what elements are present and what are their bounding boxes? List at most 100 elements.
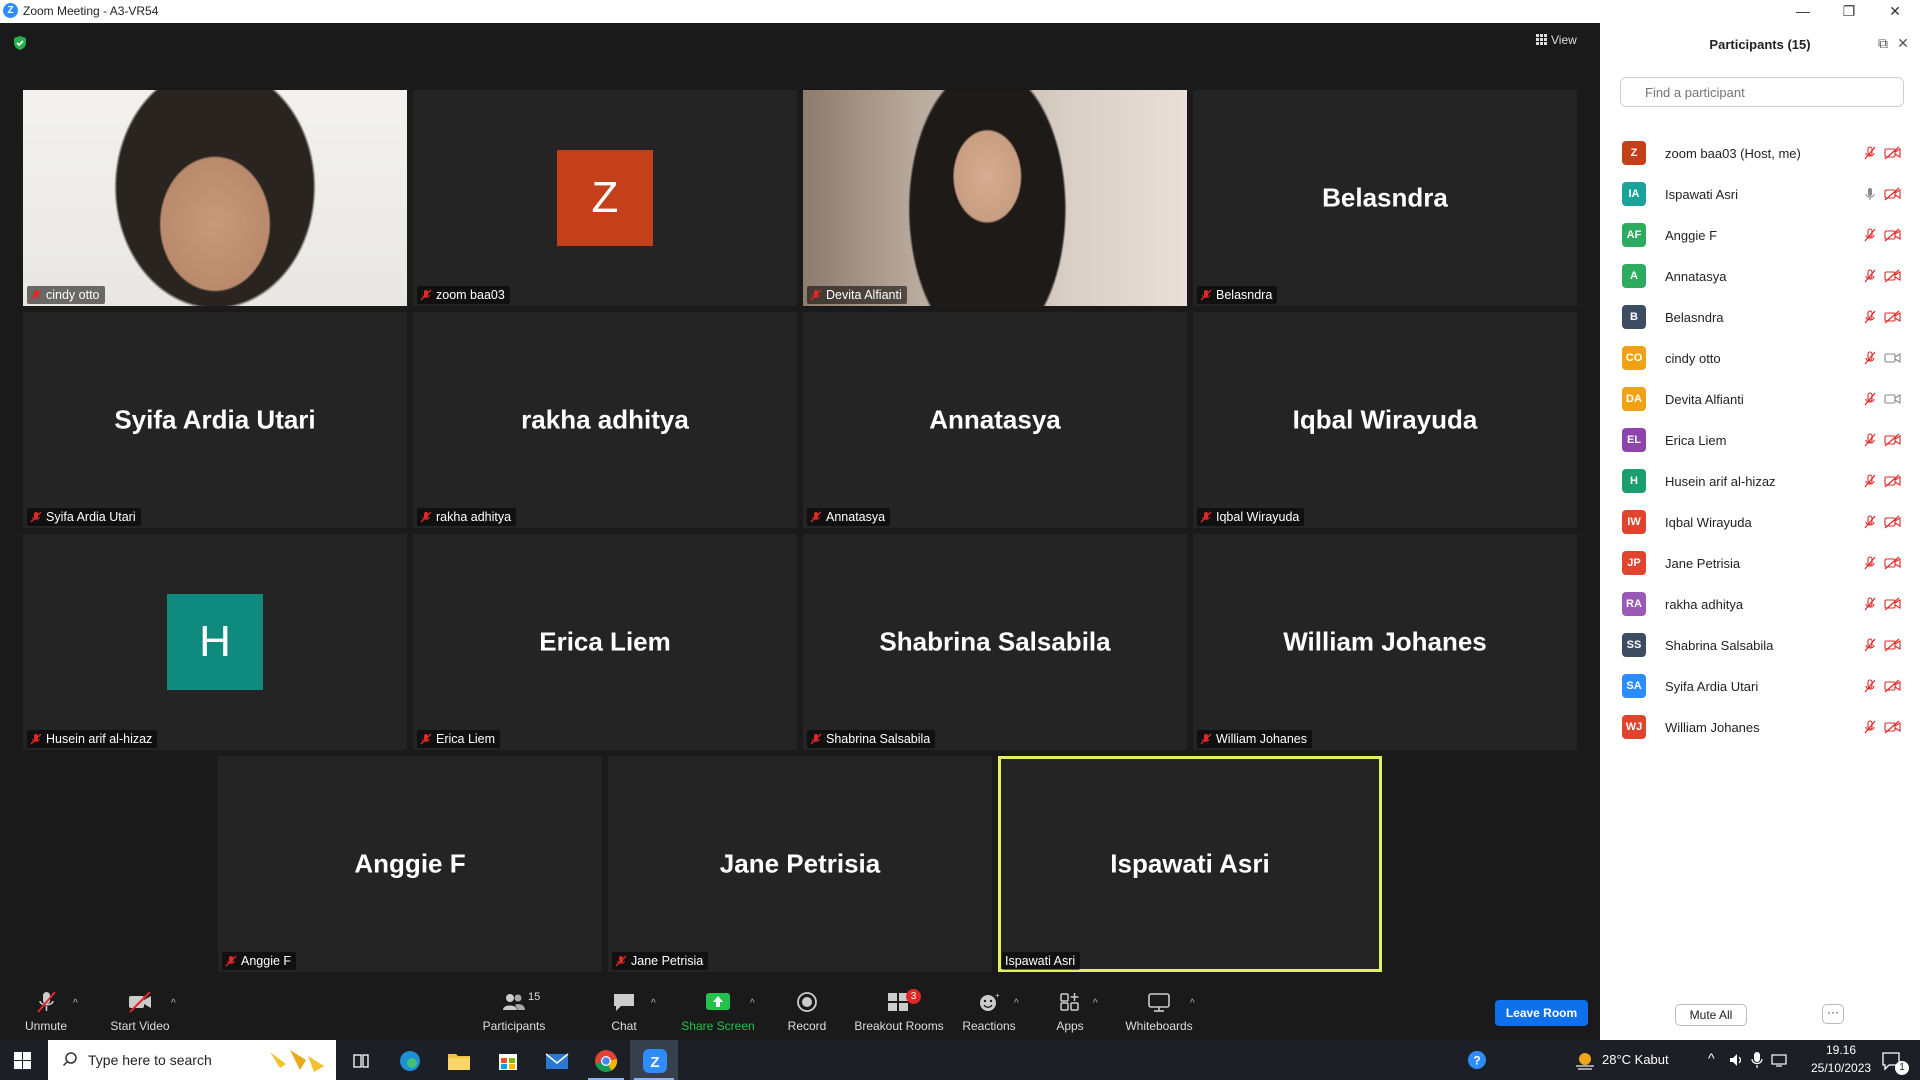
- video-off-icon[interactable]: [1884, 720, 1901, 734]
- participant-row[interactable]: IA Ispawati Asri: [1620, 174, 1910, 215]
- share-screen-button[interactable]: Share Screen: [678, 991, 758, 1033]
- mute-all-button[interactable]: Mute All: [1675, 1004, 1747, 1026]
- video-tile[interactable]: rakha adhitya rakha adhitya: [413, 312, 797, 528]
- participant-row[interactable]: EL Erica Liem: [1620, 420, 1910, 461]
- mic-muted-icon[interactable]: [1863, 638, 1877, 652]
- video-tile[interactable]: cindy otto: [23, 90, 407, 306]
- mic-muted-icon[interactable]: [1863, 146, 1877, 160]
- restore-icon[interactable]: ❐: [1826, 0, 1872, 22]
- share-options-caret[interactable]: ^: [750, 995, 755, 1009]
- view-button[interactable]: View: [1536, 33, 1577, 47]
- file-explorer-icon[interactable]: [442, 1046, 476, 1076]
- video-tile[interactable]: Devita Alfianti: [803, 90, 1187, 306]
- video-tile[interactable]: Iqbal Wirayuda Iqbal Wirayuda: [1193, 312, 1577, 528]
- windows-start-icon[interactable]: [14, 1052, 31, 1069]
- participant-row[interactable]: WJ William Johanes: [1620, 707, 1910, 748]
- video-tile[interactable]: Anggie F Anggie F: [218, 756, 602, 972]
- breakout-rooms-button[interactable]: Breakout Rooms 3: [852, 989, 946, 1033]
- chat-options-caret[interactable]: ^: [651, 995, 656, 1009]
- video-on-icon[interactable]: [1884, 392, 1901, 406]
- zoom-taskbar-icon[interactable]: Z: [638, 1046, 672, 1076]
- video-off-icon[interactable]: [1884, 228, 1901, 242]
- task-view-icon[interactable]: [344, 1046, 378, 1076]
- video-tile[interactable]: Syifa Ardia Utari Syifa Ardia Utari: [23, 312, 407, 528]
- close-window-icon[interactable]: ✕: [1872, 0, 1918, 22]
- whiteboards-button[interactable]: Whiteboards: [1124, 991, 1194, 1033]
- mic-muted-icon[interactable]: [1863, 515, 1877, 529]
- participant-row[interactable]: SA Syifa Ardia Utari: [1620, 666, 1910, 707]
- video-tile[interactable]: Belasndra Belasndra: [1193, 90, 1577, 306]
- unmute-button[interactable]: Unmute: [18, 991, 74, 1033]
- video-off-icon[interactable]: [1884, 310, 1901, 324]
- participant-row[interactable]: JP Jane Petrisia: [1620, 543, 1910, 584]
- video-off-icon[interactable]: [1884, 515, 1901, 529]
- video-tile[interactable]: Shabrina Salsabila Shabrina Salsabila: [803, 534, 1187, 750]
- reactions-options-caret[interactable]: ^: [1014, 995, 1019, 1009]
- video-off-icon[interactable]: [1884, 474, 1901, 488]
- find-participant-input[interactable]: [1620, 77, 1904, 107]
- mic-muted-icon[interactable]: [1863, 474, 1877, 488]
- video-tile[interactable]: Ispawati Asri Ispawati Asri: [998, 756, 1382, 972]
- video-tile[interactable]: Annatasya Annatasya: [803, 312, 1187, 528]
- minimize-icon[interactable]: —: [1780, 0, 1826, 22]
- mail-icon[interactable]: [540, 1046, 574, 1076]
- video-off-icon[interactable]: [1884, 556, 1901, 570]
- video-off-icon[interactable]: [1884, 269, 1901, 283]
- video-off-icon[interactable]: [1884, 679, 1901, 693]
- audio-options-caret[interactable]: ^: [73, 995, 78, 1009]
- apps-options-caret[interactable]: ^: [1093, 995, 1098, 1009]
- video-tile[interactable]: Zzoom baa03: [413, 90, 797, 306]
- encryption-shield-icon[interactable]: [12, 35, 28, 51]
- show-hidden-icons-icon[interactable]: ^: [1708, 1050, 1715, 1066]
- popout-icon[interactable]: ⧉: [1875, 35, 1891, 51]
- participant-row[interactable]: IW Iqbal Wirayuda: [1620, 502, 1910, 543]
- video-tile[interactable]: H Husein arif al-hizaz: [23, 534, 407, 750]
- video-off-icon[interactable]: [1884, 597, 1901, 611]
- mic-muted-icon[interactable]: [1863, 556, 1877, 570]
- microsoft-store-icon[interactable]: [491, 1046, 525, 1076]
- weather-text[interactable]: 28°C Kabut: [1602, 1052, 1669, 1067]
- mic-muted-icon[interactable]: [1863, 597, 1877, 611]
- network-icon[interactable]: [1771, 1052, 1787, 1068]
- video-off-icon[interactable]: [1884, 146, 1901, 160]
- mic-muted-icon[interactable]: [1863, 269, 1877, 283]
- video-tile[interactable]: William Johanes William Johanes: [1193, 534, 1577, 750]
- clock-time[interactable]: 19.16: [1811, 1043, 1871, 1057]
- mic-muted-icon[interactable]: [1863, 679, 1877, 693]
- start-video-button[interactable]: Start Video: [105, 991, 175, 1033]
- video-options-caret[interactable]: ^: [171, 995, 176, 1009]
- video-off-icon[interactable]: [1884, 638, 1901, 652]
- video-tile[interactable]: Erica Liem Erica Liem: [413, 534, 797, 750]
- reactions-button[interactable]: + Reactions: [962, 991, 1016, 1033]
- whiteboards-options-caret[interactable]: ^: [1190, 995, 1195, 1009]
- video-off-icon[interactable]: [1884, 433, 1901, 447]
- mic-muted-icon[interactable]: [1863, 310, 1877, 324]
- participant-row[interactable]: Zzoom baa03 (Host, me): [1620, 133, 1910, 174]
- clock-date[interactable]: 25/10/2023: [1811, 1061, 1871, 1075]
- mic-muted-icon[interactable]: [1863, 351, 1877, 365]
- mic-on-icon[interactable]: [1863, 187, 1877, 201]
- participant-row[interactable]: B Belasndra: [1620, 297, 1910, 338]
- help-icon[interactable]: ?: [1466, 1049, 1488, 1071]
- participant-row[interactable]: RA rakha adhitya: [1620, 584, 1910, 625]
- more-options-button[interactable]: ···: [1822, 1004, 1844, 1024]
- close-panel-icon[interactable]: ✕: [1895, 35, 1911, 51]
- participant-row[interactable]: A Annatasya: [1620, 256, 1910, 297]
- mic-muted-icon[interactable]: [1863, 720, 1877, 734]
- apps-button[interactable]: Apps: [1054, 991, 1086, 1033]
- video-tile[interactable]: Jane Petrisia Jane Petrisia: [608, 756, 992, 972]
- chat-button[interactable]: Chat: [604, 991, 644, 1033]
- participants-button[interactable]: Participants 15: [478, 991, 550, 1033]
- chrome-icon[interactable]: [589, 1046, 623, 1076]
- edge-browser-icon[interactable]: [393, 1046, 427, 1076]
- record-button[interactable]: Record: [784, 991, 830, 1033]
- participant-row[interactable]: DA Devita Alfianti: [1620, 379, 1910, 420]
- taskbar-search-box[interactable]: Type here to search: [48, 1040, 336, 1080]
- mic-muted-icon[interactable]: [1863, 392, 1877, 406]
- leave-room-button[interactable]: Leave Room: [1495, 1000, 1588, 1026]
- mic-muted-icon[interactable]: [1863, 228, 1877, 242]
- participant-row[interactable]: AF Anggie F: [1620, 215, 1910, 256]
- speaker-icon[interactable]: [1728, 1052, 1744, 1068]
- video-off-icon[interactable]: [1884, 187, 1901, 201]
- microphone-icon[interactable]: [1751, 1051, 1763, 1069]
